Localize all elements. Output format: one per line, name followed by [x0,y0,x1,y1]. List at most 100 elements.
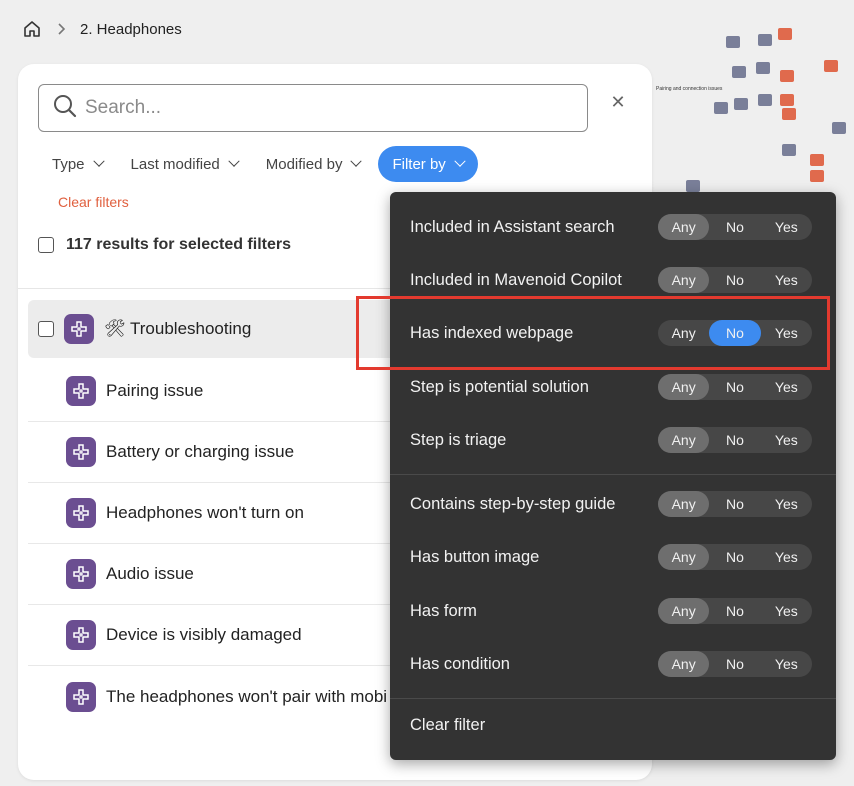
chevron-down-icon [350,155,363,167]
select-all-checkbox[interactable] [38,237,54,253]
filter-type-label: Type [52,155,85,173]
segment-no[interactable]: No [709,598,760,624]
segment-yes[interactable]: Yes [761,214,812,240]
flow-icon [64,314,94,344]
filter-option-label: Included in Assistant search [410,217,615,236]
flow-icon [66,376,96,406]
breadcrumb: 2. Headphones [22,18,182,40]
search-icon [53,94,77,123]
list-item-label: Battery or charging issue [106,442,295,461]
chevron-down-icon [454,155,466,167]
segment-any[interactable]: Any [658,491,710,517]
segment-any[interactable]: Any [658,651,710,677]
segment-yes[interactable]: Yes [761,267,812,293]
filter-option-label: Step is triage [410,430,507,449]
filter-option: Included in Assistant search Any No Yes [410,212,820,242]
any-no-yes-toggle: Any No Yes [658,427,812,453]
list-item-label: The headphones won't pair with mobi [106,686,388,706]
segment-no[interactable]: No [709,491,760,517]
segment-no[interactable]: No [709,544,760,570]
canvas-node [726,36,740,48]
segment-yes[interactable]: Yes [761,320,812,346]
list-item-label: Audio issue [106,564,194,583]
filter-option: Has button image Any No Yes [410,542,820,572]
filter-modified-by-button[interactable]: Modified by [256,146,371,182]
chevron-right-icon [56,22,66,36]
segment-any[interactable]: Any [658,544,710,570]
canvas-node [780,70,794,82]
breadcrumb-current[interactable]: 2. Headphones [80,21,182,38]
canvas-node [734,98,748,110]
filter-option: Step is potential solution Any No Yes [410,372,820,402]
filter-option-label: Has indexed webpage [410,323,574,342]
row-checkbox[interactable] [38,321,54,337]
segment-no[interactable]: No [709,320,761,346]
close-icon[interactable]: ✕ [610,93,626,111]
segment-any[interactable]: Any [658,427,710,453]
segment-no[interactable]: No [709,651,760,677]
canvas-node [732,66,746,78]
canvas-node [810,170,824,182]
segment-yes[interactable]: Yes [761,427,812,453]
filter-modified-by-label: Modified by [265,155,343,173]
filter-option: Step is triage Any No Yes [410,425,820,455]
segment-yes[interactable]: Yes [761,374,812,400]
segment-yes[interactable]: Yes [761,651,812,677]
flow-icon [66,681,96,712]
filter-option-label: Contains step-by-step guide [410,494,616,513]
filter-option-label: Has form [410,601,477,620]
flow-canvas-preview [640,20,854,210]
canvas-node [778,28,792,40]
filter-type-button[interactable]: Type [42,146,113,182]
filter-by-label: Filter by [392,155,446,173]
any-no-yes-toggle: Any No Yes [658,214,812,240]
clear-filters-link[interactable]: Clear filters [58,194,129,210]
flow-icon [66,498,96,528]
segment-no[interactable]: No [709,214,760,240]
segment-yes[interactable]: Yes [761,598,812,624]
canvas-node [782,144,796,156]
clear-filter-button[interactable]: Clear filter [410,716,485,735]
divider [390,698,836,699]
filter-option: Contains step-by-step guide Any No Yes [410,489,820,519]
segment-any[interactable]: Any [658,374,710,400]
chevron-down-icon [228,155,240,167]
any-no-yes-toggle: Any No Yes [658,651,812,677]
segment-any[interactable]: Any [658,267,710,293]
canvas-node [832,122,846,134]
segment-any[interactable]: Any [658,320,709,346]
segment-yes[interactable]: Yes [761,544,812,570]
search-input[interactable] [85,97,545,119]
divider [390,474,836,475]
canvas-node [756,62,770,74]
canvas-node [686,180,700,192]
any-no-yes-toggle: Any No Yes [658,267,812,293]
any-no-yes-toggle: Any No Yes [658,320,812,346]
segment-any[interactable]: Any [658,214,710,240]
segment-no[interactable]: No [709,374,760,400]
list-item-label: Pairing issue [106,381,204,400]
search-box[interactable] [38,84,588,132]
filter-option: Has form Any No Yes [410,596,820,626]
filter-option: Included in Mavenoid Copilot Any No Yes [410,265,820,295]
filter-option-label: Included in Mavenoid Copilot [410,270,622,289]
filter-option-label: Step is potential solution [410,377,589,396]
any-no-yes-toggle: Any No Yes [658,374,812,400]
segment-any[interactable]: Any [658,598,710,624]
canvas-node [758,94,772,106]
filter-by-button[interactable]: Filter by [378,146,478,182]
flow-icon [66,620,96,650]
filter-bar: Type Last modified Modified by Filter by [42,146,486,182]
canvas-node [780,94,794,106]
chevron-down-icon [92,155,105,167]
canvas-node [824,60,838,72]
canvas-label: Pairing and connection issues [656,86,723,92]
segment-no[interactable]: No [709,427,760,453]
home-icon[interactable] [22,19,42,39]
filter-by-dropdown: Included in Assistant search Any No Yes … [390,192,836,760]
any-no-yes-toggle: Any No Yes [658,544,812,570]
segment-no[interactable]: No [709,267,760,293]
flow-icon [66,559,96,589]
filter-last-modified-button[interactable]: Last modified [121,146,248,182]
segment-yes[interactable]: Yes [761,491,812,517]
